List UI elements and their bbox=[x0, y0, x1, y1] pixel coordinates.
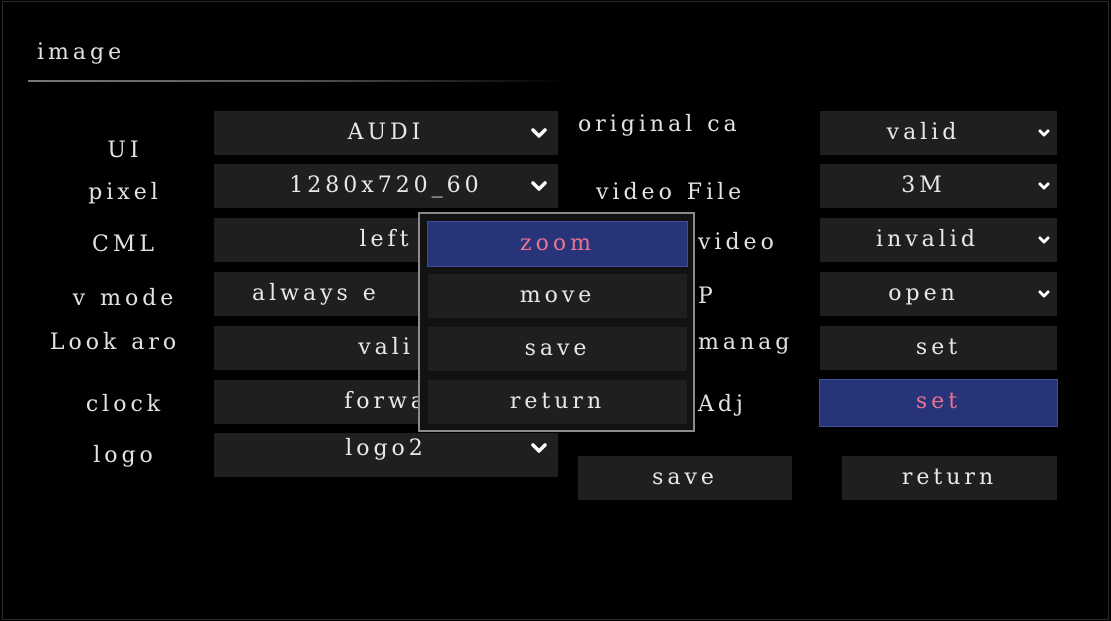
chevron-down-icon bbox=[1037, 272, 1051, 316]
chevron-down-icon bbox=[530, 433, 548, 463]
manage-set-button-label: set bbox=[915, 335, 962, 360]
v-mode-select-value: always e bbox=[252, 281, 380, 306]
menu-item-move[interactable]: move bbox=[428, 274, 687, 318]
adj-set-button[interactable]: set bbox=[819, 379, 1058, 427]
chevron-down-icon bbox=[530, 164, 548, 208]
pixel-label: pixel bbox=[88, 180, 162, 205]
save-button[interactable]: save bbox=[578, 456, 792, 500]
chevron-down-icon bbox=[1037, 111, 1051, 155]
ui-select-value: AUDI bbox=[347, 120, 425, 145]
manage-label: manag bbox=[698, 330, 794, 355]
video-select[interactable]: invalid bbox=[820, 218, 1057, 262]
v-mode-label: v mode bbox=[72, 286, 178, 311]
adj-label: Adj bbox=[698, 392, 747, 417]
context-menu: zoom move save return bbox=[418, 212, 695, 432]
original-camera-label: original ca bbox=[578, 112, 741, 137]
adj-set-button-label: set bbox=[915, 389, 962, 414]
p-label: P bbox=[698, 284, 717, 309]
logo-select[interactable]: logo2 bbox=[214, 433, 558, 477]
cml-label: CML bbox=[92, 232, 158, 257]
menu-item-zoom[interactable]: zoom bbox=[427, 221, 688, 267]
video-file-select-value: 3M bbox=[901, 173, 946, 198]
chevron-down-icon bbox=[1037, 164, 1051, 208]
video-file-label: video File bbox=[596, 180, 746, 205]
pixel-select-value: 1280x720_60 bbox=[289, 173, 483, 198]
menu-item-save[interactable]: save bbox=[428, 327, 687, 371]
look-around-label: Look aro bbox=[49, 330, 181, 355]
logo-label: logo bbox=[93, 443, 157, 468]
original-camera-select-value: valid bbox=[886, 120, 961, 145]
save-button-label: save bbox=[652, 465, 718, 490]
chevron-down-icon bbox=[530, 111, 548, 155]
return-button-label: return bbox=[901, 465, 998, 490]
clock-label: clock bbox=[85, 392, 165, 417]
video-label: video bbox=[698, 230, 778, 255]
p-select[interactable]: open bbox=[820, 272, 1057, 316]
video-file-select[interactable]: 3M bbox=[820, 164, 1057, 208]
video-select-value: invalid bbox=[876, 227, 979, 252]
ui-select[interactable]: AUDI bbox=[214, 111, 558, 155]
manage-set-button[interactable]: set bbox=[820, 326, 1057, 370]
menu-item-return[interactable]: return bbox=[428, 380, 687, 424]
look-around-select-value: vali bbox=[358, 335, 414, 360]
ui-label: UI bbox=[107, 138, 143, 163]
original-camera-select[interactable]: valid bbox=[820, 111, 1057, 155]
p-select-value: open bbox=[888, 281, 959, 306]
chevron-down-icon bbox=[1037, 218, 1051, 262]
title-divider bbox=[28, 80, 568, 82]
cml-select-value: left bbox=[359, 227, 413, 252]
logo-select-value: logo2 bbox=[345, 436, 427, 461]
page-title: image bbox=[37, 40, 126, 65]
pixel-select[interactable]: 1280x720_60 bbox=[214, 164, 558, 208]
clock-select-value: forwa bbox=[344, 389, 428, 414]
return-button[interactable]: return bbox=[842, 456, 1057, 500]
